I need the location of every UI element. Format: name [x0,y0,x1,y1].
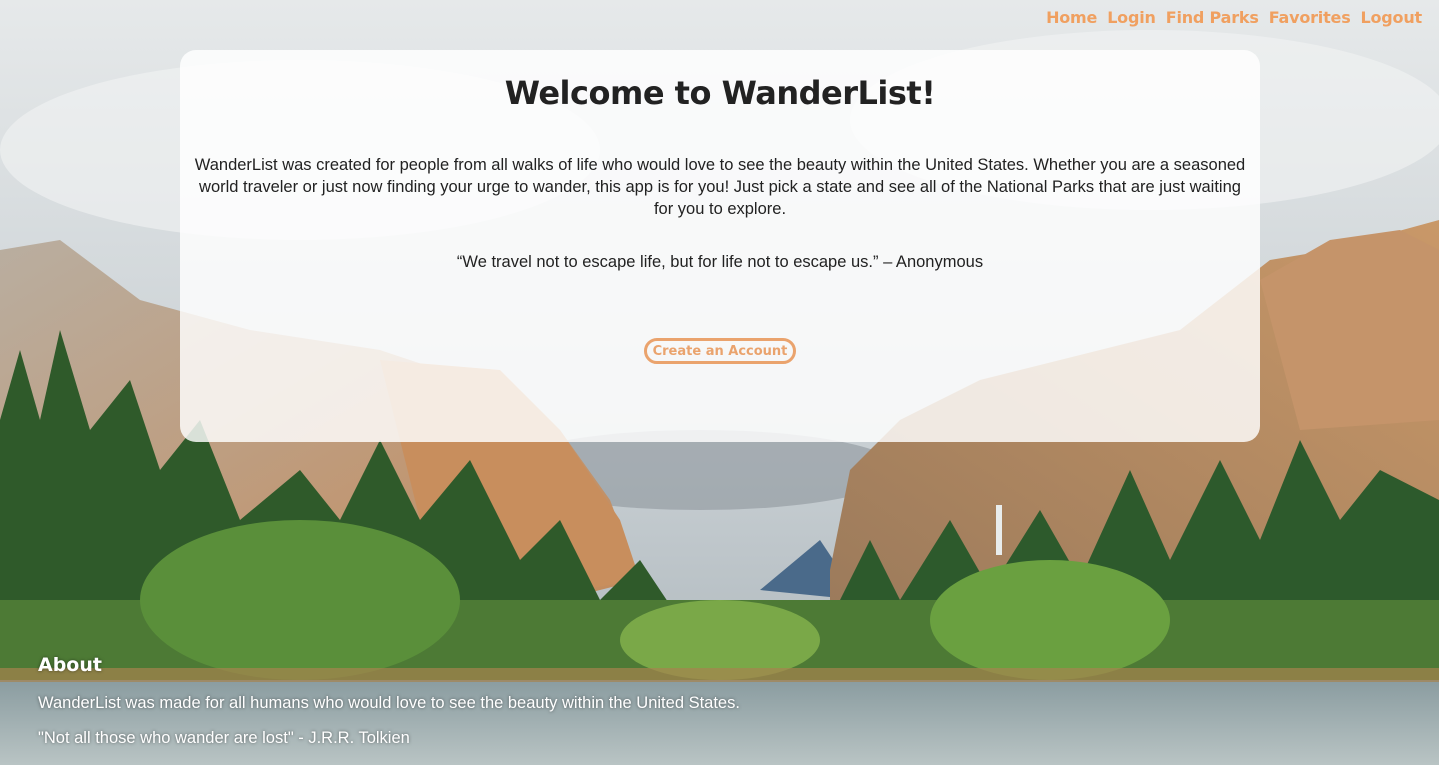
welcome-card: Welcome to WanderList! WanderList was cr… [180,50,1260,442]
nav-home-link[interactable]: Home [1046,8,1097,27]
tolkien-quote: "Not all those who wander are lost" - J.… [38,729,410,747]
about-heading: About [38,654,102,676]
nav-login-link[interactable]: Login [1107,8,1156,27]
top-nav: Home Login Find Parks Favorites Logout [1046,8,1422,27]
nav-find-parks-link[interactable]: Find Parks [1166,8,1259,27]
travel-quote: “We travel not to escape life, but for l… [456,253,984,271]
intro-text: WanderList was created for people from a… [194,156,1246,218]
nav-logout-link[interactable]: Logout [1361,8,1423,27]
about-footer: About WanderList was made for all humans… [38,654,740,748]
about-text: WanderList was made for all humans who w… [38,694,740,712]
page-title: Welcome to WanderList! [504,74,936,112]
nav-favorites-link[interactable]: Favorites [1269,8,1351,27]
create-account-button[interactable]: Create an Account [643,338,797,364]
